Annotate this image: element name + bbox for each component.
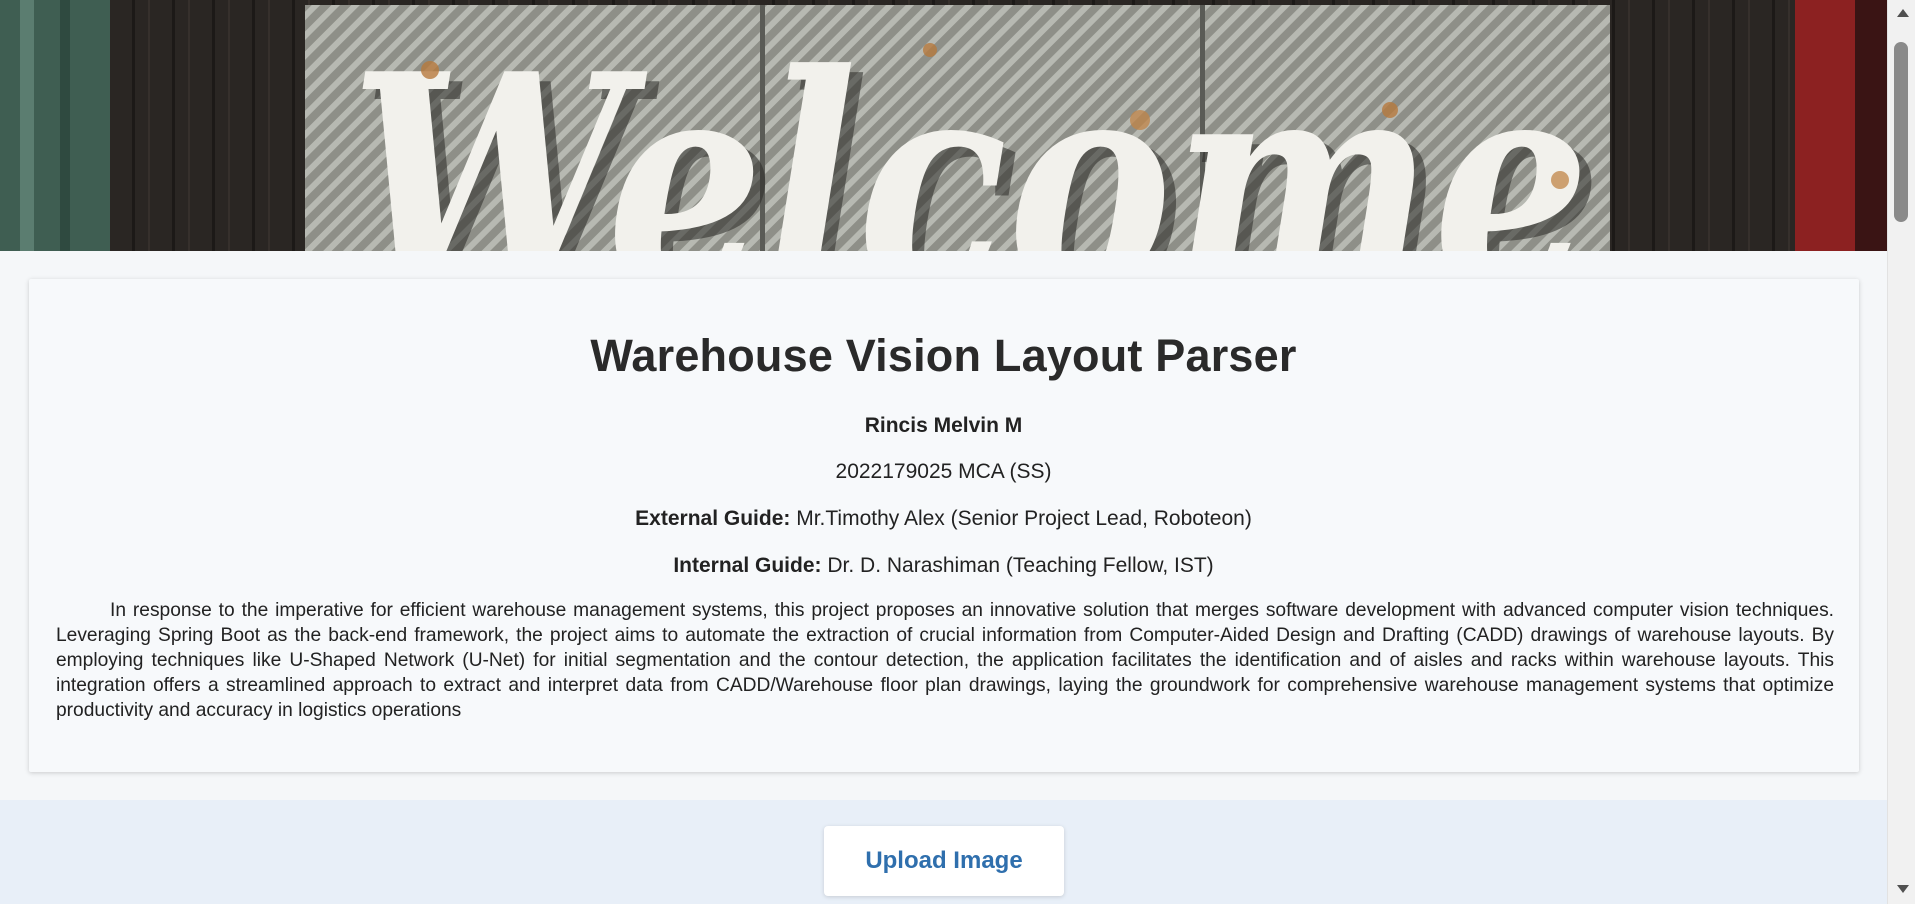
- external-guide-line: External Guide: Mr.Timothy Alex (Senior …: [0, 507, 1887, 531]
- project-abstract: In response to the imperative for effici…: [56, 600, 1834, 721]
- vertical-scrollbar[interactable]: [1887, 0, 1915, 904]
- author-name: Rincis Melvin M: [864, 414, 1023, 437]
- student-id: 2022179025 MCA (SS): [835, 460, 1052, 483]
- banner-welcome-text: Welcome: [350, 8, 1590, 251]
- internal-guide-line: Internal Guide: Dr. D. Narashiman (Teach…: [0, 554, 1887, 578]
- internal-guide-label: Internal Guide:: [673, 554, 822, 577]
- page: Welcome Welcome Warehouse Vision Layout …: [0, 0, 1887, 904]
- external-guide-label: External Guide:: [635, 507, 791, 530]
- page-title: Warehouse Vision Layout Parser: [590, 330, 1297, 381]
- upload-image-button[interactable]: Upload Image: [824, 826, 1064, 896]
- internal-guide-value: Dr. D. Narashiman (Teaching Fellow, IST): [827, 554, 1214, 577]
- external-guide-value: Mr.Timothy Alex (Senior Project Lead, Ro…: [796, 507, 1252, 530]
- scrollbar-thumb[interactable]: [1894, 42, 1908, 222]
- welcome-banner-image: Welcome Welcome: [0, 0, 1887, 251]
- scroll-down-arrow-icon[interactable]: [1897, 885, 1909, 893]
- scroll-up-arrow-icon[interactable]: [1897, 9, 1909, 17]
